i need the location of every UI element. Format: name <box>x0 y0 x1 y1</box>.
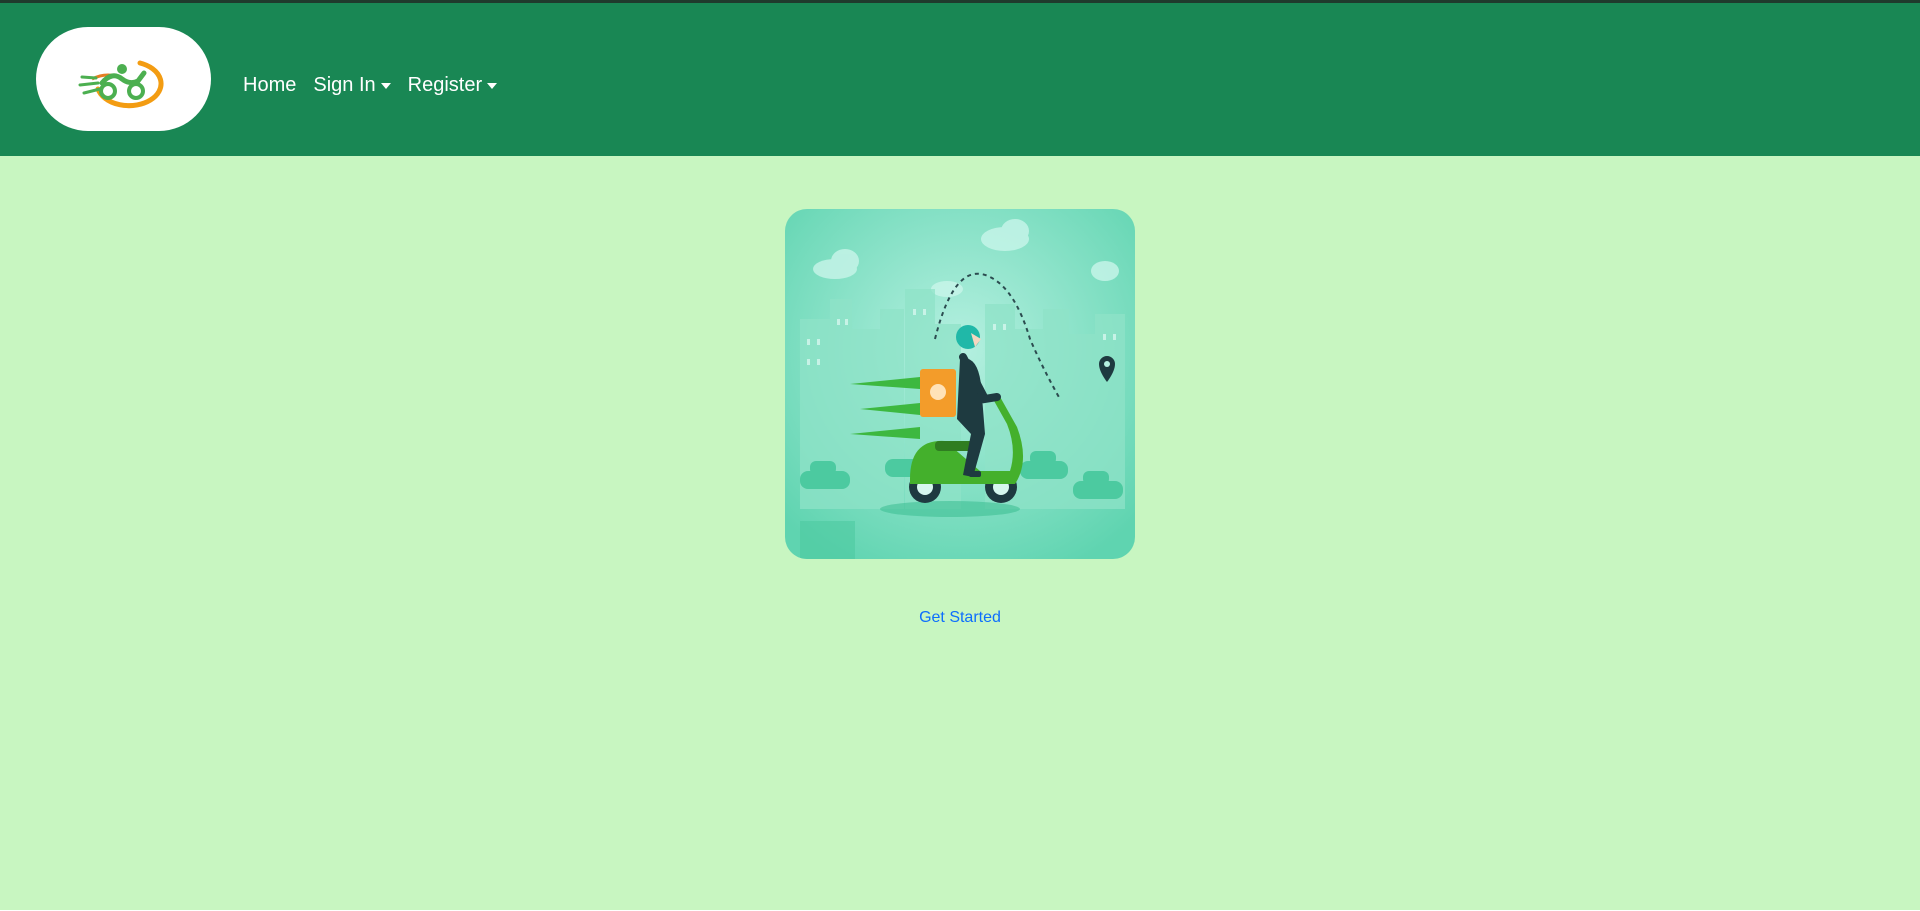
nav-signin-dropdown[interactable]: Sign In <box>313 73 391 97</box>
caret-down-icon <box>380 82 391 89</box>
navbar: Home Sign In Register <box>0 3 1920 156</box>
get-started-container: Get Started <box>0 609 1920 627</box>
nav-register-dropdown[interactable]: Register <box>407 73 498 97</box>
nav-home-link[interactable]: Home <box>243 73 296 97</box>
nav-register-label: Register <box>407 74 483 96</box>
get-started-link[interactable]: Get Started <box>919 609 1001 626</box>
nav-home-label: Home <box>243 74 297 96</box>
nav-signin-label: Sign In <box>313 74 376 96</box>
caret-down-icon <box>487 82 498 89</box>
delivery-scooter-logo-icon <box>78 60 164 109</box>
nav-links: Home Sign In Register <box>243 73 514 97</box>
delivery-rider-illustration <box>785 209 1135 559</box>
hero-illustration <box>785 209 1135 559</box>
brand-logo[interactable] <box>36 27 211 131</box>
